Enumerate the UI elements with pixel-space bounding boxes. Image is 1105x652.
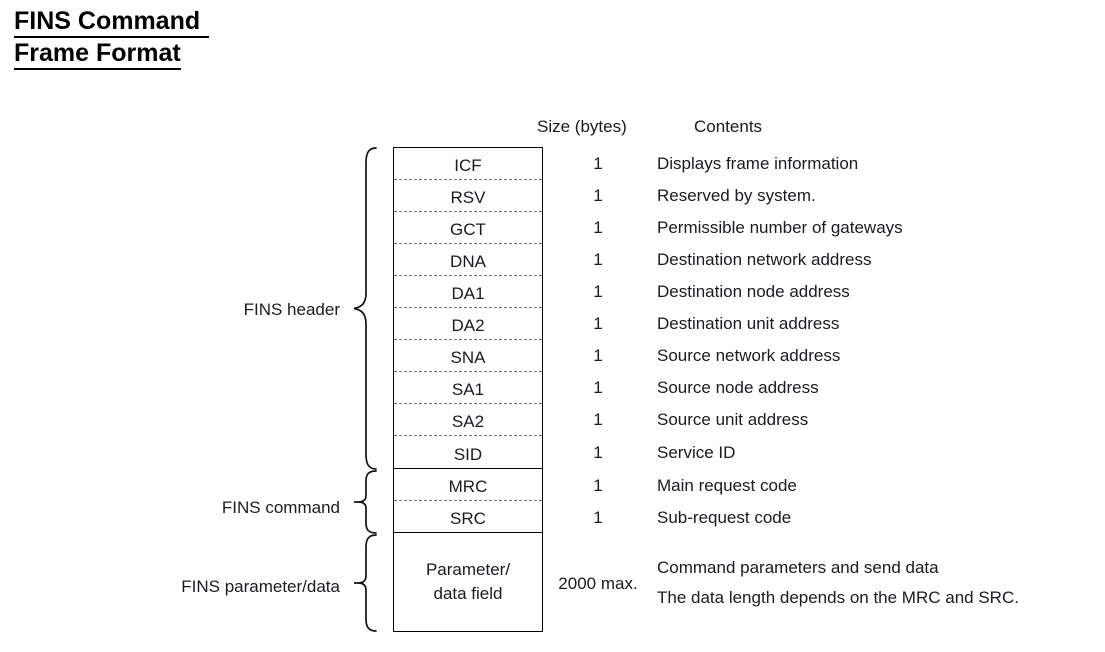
page-title-line-2: Frame Format — [14, 38, 181, 70]
page-title: FINS Command Frame Format — [14, 6, 210, 70]
frame-row-label: DA2 — [451, 316, 485, 335]
size-value-gct: 1 — [593, 218, 603, 237]
frame-row-gct: GCT — [394, 212, 542, 244]
contents-sid: Service ID — [657, 443, 736, 462]
frame-row-sa2: SA2 — [394, 404, 542, 436]
size-value-dna: 1 — [593, 250, 603, 269]
frame-row-mrc: MRC — [394, 469, 542, 501]
size-value-sa2: 1 — [593, 410, 603, 429]
size-value-da1: 1 — [593, 282, 603, 301]
contents-dna: Destination network address — [657, 250, 872, 269]
frame-row-label: SNA — [450, 348, 486, 367]
frame-row-icf: ICF — [394, 148, 542, 180]
contents-parameter-data-line-1: Command parameters and send data — [657, 558, 939, 577]
contents-rsv: Reserved by system. — [657, 186, 816, 205]
frame-row-label: SA1 — [451, 380, 485, 399]
fins-frame-diagram: ICF RSV GCT DNA DA1 DA2 SNA SA1 SA2 SID … — [393, 147, 543, 632]
frame-row-rsv: RSV — [394, 180, 542, 212]
column-header-size: Size (bytes) — [537, 117, 627, 136]
column-header-contents: Contents — [694, 117, 763, 136]
contents-da1: Destination node address — [657, 282, 850, 301]
size-value-icf: 1 — [593, 154, 603, 173]
frame-row-parameter-data: Parameter/ data field — [394, 533, 542, 631]
frame-row-label: ICF — [454, 156, 482, 175]
group-label-fins-header: FINS header — [243, 300, 340, 319]
contents-sa1: Source node address — [657, 378, 819, 397]
brace-fins-command — [352, 470, 378, 534]
brace-fins-header — [352, 147, 378, 470]
frame-row-label: MRC — [448, 477, 488, 496]
frame-row-da1: DA1 — [394, 276, 542, 308]
group-label-fins-parameter-data: FINS parameter/data — [181, 577, 340, 596]
frame-row-label: Parameter/ data field — [426, 558, 510, 606]
frame-row-dna: DNA — [394, 244, 542, 276]
page-title-line-1: FINS Command — [14, 6, 210, 38]
frame-row-label: SID — [453, 445, 483, 464]
contents-sna: Source network address — [657, 346, 841, 365]
frame-row-da2: DA2 — [394, 308, 542, 340]
contents-gct: Permissible number of gateways — [657, 218, 903, 237]
frame-row-sid: SID — [394, 436, 542, 469]
size-value-rsv: 1 — [593, 186, 603, 205]
size-value-parameter-data: 2000 max. — [558, 574, 638, 593]
contents-src: Sub-request code — [657, 508, 792, 527]
size-value-mrc: 1 — [593, 476, 603, 495]
frame-row-label: DA1 — [451, 284, 485, 303]
frame-row-label: SA2 — [451, 412, 485, 431]
parameter-data-line-1: Parameter/ — [425, 560, 511, 579]
frame-row-label: GCT — [450, 220, 486, 239]
frame-row-label: RSV — [450, 188, 486, 207]
size-value-da2: 1 — [593, 314, 603, 333]
contents-mrc: Main request code — [657, 476, 797, 495]
contents-icf: Displays frame information — [657, 154, 859, 173]
frame-row-label: SRC — [450, 509, 486, 528]
size-value-sna: 1 — [593, 346, 603, 365]
frame-row-label: DNA — [450, 252, 486, 271]
parameter-data-line-2: data field — [433, 584, 503, 603]
frame-row-sa1: SA1 — [394, 372, 542, 404]
frame-row-sna: SNA — [394, 340, 542, 372]
frame-row-src: SRC — [394, 501, 542, 533]
contents-sa2: Source unit address — [657, 410, 809, 429]
contents-da2: Destination unit address — [657, 314, 840, 333]
contents-parameter-data-line-2: The data length depends on the MRC and S… — [657, 588, 1019, 607]
brace-fins-parameter-data — [352, 534, 378, 632]
group-label-fins-command: FINS command — [221, 498, 340, 517]
size-value-sa1: 1 — [593, 378, 603, 397]
size-value-src: 1 — [593, 508, 603, 527]
size-value-sid: 1 — [593, 443, 603, 462]
